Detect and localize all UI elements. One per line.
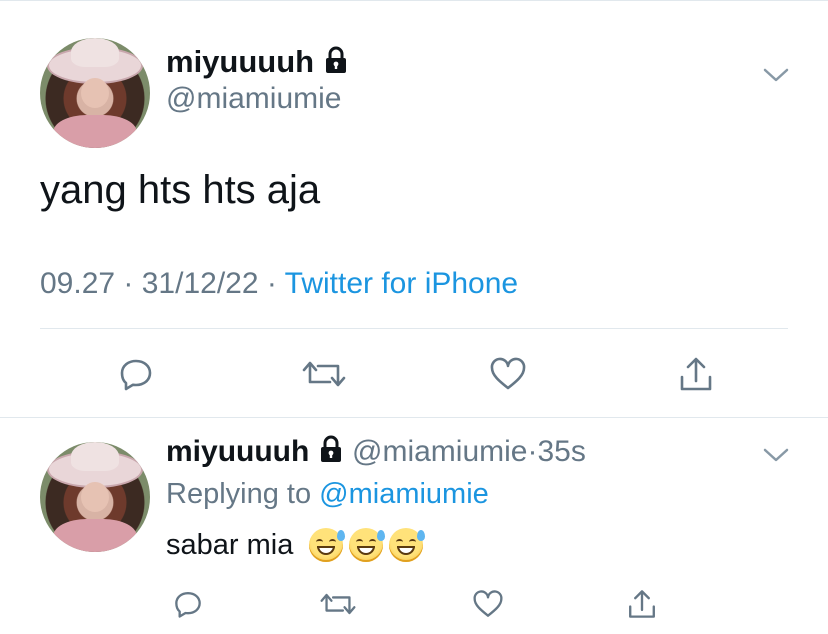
share-icon — [629, 590, 655, 618]
tweet-time[interactable]: 09.27 — [40, 267, 115, 300]
retweet-button[interactable] — [318, 586, 358, 622]
like-button[interactable] — [470, 586, 506, 622]
replying-prefix: Replying to — [166, 478, 312, 510]
meta-separator: · — [266, 267, 285, 300]
retweet-icon — [320, 593, 356, 615]
display-name-text[interactable]: miyuuuuh — [166, 435, 309, 468]
meta-separator: · — [527, 435, 538, 468]
retweet-icon — [302, 361, 346, 387]
avatar[interactable] — [40, 38, 150, 148]
tweet-meta: 09.27 · 31/12/22 · Twitter for iPhone — [40, 267, 518, 301]
tweet-text: yang hts hts aja — [40, 168, 321, 212]
reply-text-content: sabar mia — [166, 528, 294, 561]
display-name-text: miyuuuuh — [166, 44, 315, 79]
reply-button[interactable] — [170, 586, 206, 622]
chevron-down-icon[interactable] — [762, 446, 790, 469]
sweat-smile-emoji — [309, 528, 346, 562]
heart-icon — [473, 590, 503, 617]
reply-header: miyuuuuh @miamiumie·35s — [166, 435, 586, 471]
lock-icon — [323, 46, 349, 82]
reply-text: sabar mia — [166, 528, 426, 562]
top-divider — [0, 0, 828, 1]
reply-button[interactable] — [114, 352, 158, 396]
divider — [40, 328, 788, 329]
lock-icon — [318, 435, 344, 471]
reply-icon — [175, 592, 201, 618]
user-handle[interactable]: @miamiumie — [352, 435, 527, 468]
replying-handle-link[interactable]: @miamiumie — [319, 478, 489, 510]
tweet-age[interactable]: 35s — [538, 435, 586, 468]
share-button[interactable] — [674, 352, 718, 396]
sweat-smile-emoji — [349, 528, 386, 562]
sweat-smile-emoji — [389, 528, 426, 562]
retweet-button[interactable] — [300, 352, 348, 396]
avatar[interactable] — [40, 442, 150, 552]
reply-icon — [120, 359, 152, 391]
tweet-source-link[interactable]: Twitter for iPhone — [285, 267, 518, 300]
meta-separator: · — [123, 267, 142, 300]
divider — [0, 417, 828, 418]
like-button[interactable] — [486, 352, 530, 396]
tweet-date[interactable]: 31/12/22 — [142, 267, 259, 300]
user-handle[interactable]: @miamiumie — [166, 82, 341, 116]
share-button[interactable] — [624, 586, 660, 622]
chevron-down-icon[interactable] — [762, 66, 790, 89]
display-name[interactable]: miyuuuuh — [166, 44, 349, 82]
heart-icon — [490, 357, 526, 390]
replying-to: Replying to @miamiumie — [166, 478, 489, 511]
share-icon — [680, 357, 712, 391]
